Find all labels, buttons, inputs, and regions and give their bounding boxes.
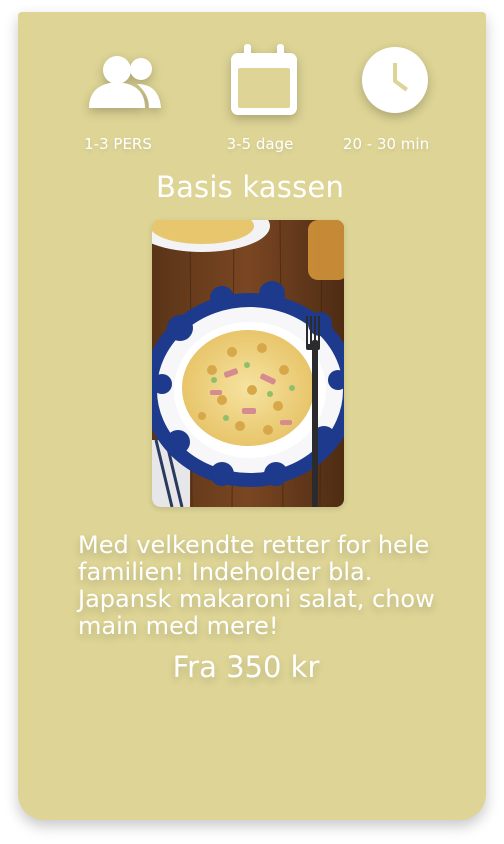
product-photo [152,220,344,507]
people-icon [87,54,161,112]
days-label: 3-5 dage [226,135,294,153]
persons-label: 1-3 PERS [84,135,152,153]
box-price: Fra 350 kr [172,650,320,684]
calendar-icon [229,43,299,117]
box-title: Basis kassen [155,170,345,204]
clock-icon [362,47,428,113]
product-card[interactable]: 1-3 PERS 3-5 dage 20 - 30 min Basis kass… [18,12,486,820]
box-description: Med velkendte retter for hele familien! … [78,531,435,640]
time-label: 20 - 30 min [342,135,430,153]
